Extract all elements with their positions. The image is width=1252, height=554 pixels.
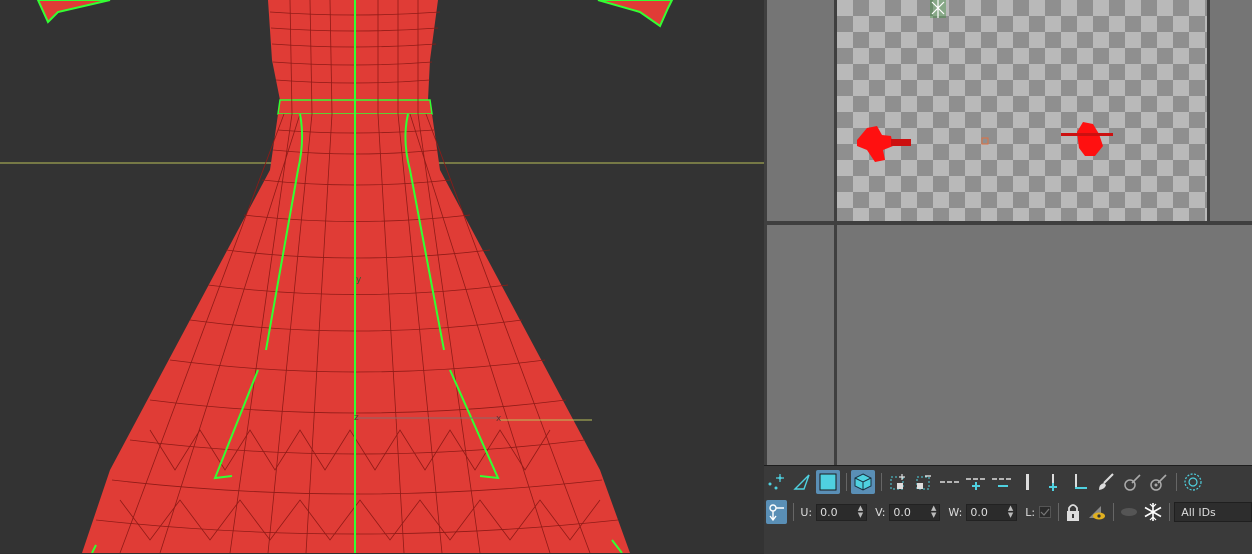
v-label: V: bbox=[875, 505, 886, 519]
align-horizontal-icon[interactable] bbox=[1068, 470, 1092, 494]
freeze-icon[interactable] bbox=[1142, 500, 1163, 524]
l-checkbox[interactable] bbox=[1039, 500, 1052, 524]
w-value[interactable]: 0.0 bbox=[970, 506, 988, 519]
w-label: W: bbox=[948, 505, 963, 519]
lock-icon[interactable] bbox=[1063, 500, 1084, 524]
vertex-select-icon[interactable] bbox=[764, 470, 788, 494]
toolbar-row-selection bbox=[764, 470, 1252, 494]
dress-mesh-render: y z x bbox=[0, 0, 764, 553]
v-spinner[interactable]: 0.0 ▲ ▼ bbox=[889, 503, 941, 521]
left-sleeve bbox=[36, 0, 111, 24]
face-select-icon[interactable] bbox=[816, 470, 840, 494]
uv-islands bbox=[857, 0, 1113, 162]
visibility-icon[interactable] bbox=[1086, 500, 1107, 524]
uv-island-left bbox=[857, 126, 911, 162]
edge-ring-shrink-icon[interactable] bbox=[990, 470, 1014, 494]
v-value[interactable]: 0.0 bbox=[893, 506, 911, 519]
transform-mode-icon[interactable] bbox=[766, 500, 788, 524]
toolbar-row-transform: U: 0.0 ▲ ▼ V: 0.0 ▲ ▼ W: 0.0 ▲ ▼ L: All … bbox=[764, 500, 1252, 524]
material-id-dropdown[interactable]: All IDs bbox=[1174, 502, 1252, 522]
edge-ring-grow-icon[interactable] bbox=[964, 470, 988, 494]
align-vertical-icon[interactable] bbox=[1042, 470, 1066, 494]
w-spinner[interactable]: 0.0 ▲ ▼ bbox=[966, 503, 1018, 521]
target-icon[interactable] bbox=[1181, 470, 1205, 494]
u-value[interactable]: 0.0 bbox=[820, 506, 838, 519]
element-select-icon[interactable] bbox=[851, 470, 875, 494]
uv-island-top bbox=[930, 0, 946, 18]
rect-select-icon[interactable] bbox=[886, 470, 910, 494]
separator-bar-icon[interactable] bbox=[1016, 470, 1040, 494]
u-spinner[interactable]: 0.0 ▲ ▼ bbox=[816, 503, 868, 521]
axis-x-label: x bbox=[496, 414, 502, 424]
uv-checker-grid[interactable] bbox=[837, 0, 1207, 221]
uv-island-right bbox=[1061, 122, 1113, 156]
uv-toolbar: U: 0.0 ▲ ▼ V: 0.0 ▲ ▼ W: 0.0 ▲ ▼ L: All … bbox=[764, 465, 1252, 554]
soft-select-icon[interactable] bbox=[1120, 470, 1144, 494]
edge-loop-icon[interactable] bbox=[938, 470, 962, 494]
paint-select-icon[interactable] bbox=[1094, 470, 1118, 494]
v-spinner-arrows-icon[interactable]: ▲ ▼ bbox=[931, 505, 936, 519]
uv-island-center bbox=[981, 137, 989, 145]
axis-z-label: z bbox=[354, 413, 359, 423]
u-label: U: bbox=[800, 505, 813, 519]
u-spinner-arrows-icon[interactable]: ▲ ▼ bbox=[858, 505, 863, 519]
soft-select-falloff-icon[interactable] bbox=[1146, 470, 1170, 494]
hidden-toggle-icon[interactable] bbox=[1118, 500, 1139, 524]
w-spinner-arrows-icon[interactable]: ▲ ▼ bbox=[1008, 505, 1013, 519]
shrink-select-icon[interactable] bbox=[912, 470, 936, 494]
l-label: L: bbox=[1025, 505, 1036, 519]
perspective-viewport[interactable]: y z x bbox=[0, 0, 764, 553]
material-id-value: All IDs bbox=[1181, 505, 1216, 519]
right-sleeve bbox=[597, 0, 674, 28]
axis-y-label: y bbox=[356, 275, 362, 285]
edge-select-icon[interactable] bbox=[790, 470, 814, 494]
